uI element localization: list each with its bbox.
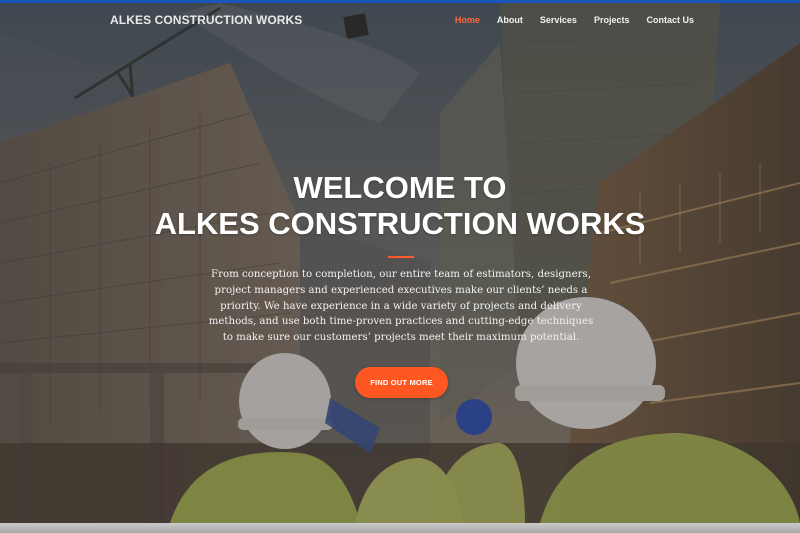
nav-item-services[interactable]: Services [540,15,577,25]
hero-overlay [0,3,800,523]
hero-title: WELCOME TO ALKES CONSTRUCTION WORKS [0,170,800,242]
main-nav: Home About Services Projects Contact Us [438,15,694,25]
find-out-more-button[interactable]: FIND OUT MORE [355,367,448,398]
hero-description: From conception to completion, our entir… [208,269,594,344]
hero-section [0,3,800,523]
nav-item-about[interactable]: About [497,15,523,25]
hero-title-line-2: ALKES CONSTRUCTION WORKS [154,206,646,241]
top-border [0,0,800,3]
nav-item-contact-us[interactable]: Contact Us [646,15,694,25]
title-divider [388,256,414,258]
nav-item-home[interactable]: Home [455,15,480,25]
brand-logo[interactable]: ALKES CONSTRUCTION WORKS [110,13,302,27]
page: ALKES CONSTRUCTION WORKS Home About Serv… [0,0,800,533]
nav-item-projects[interactable]: Projects [594,15,630,25]
page-bottom-strip [0,523,800,533]
hero-title-line-1: WELCOME TO [293,170,507,205]
